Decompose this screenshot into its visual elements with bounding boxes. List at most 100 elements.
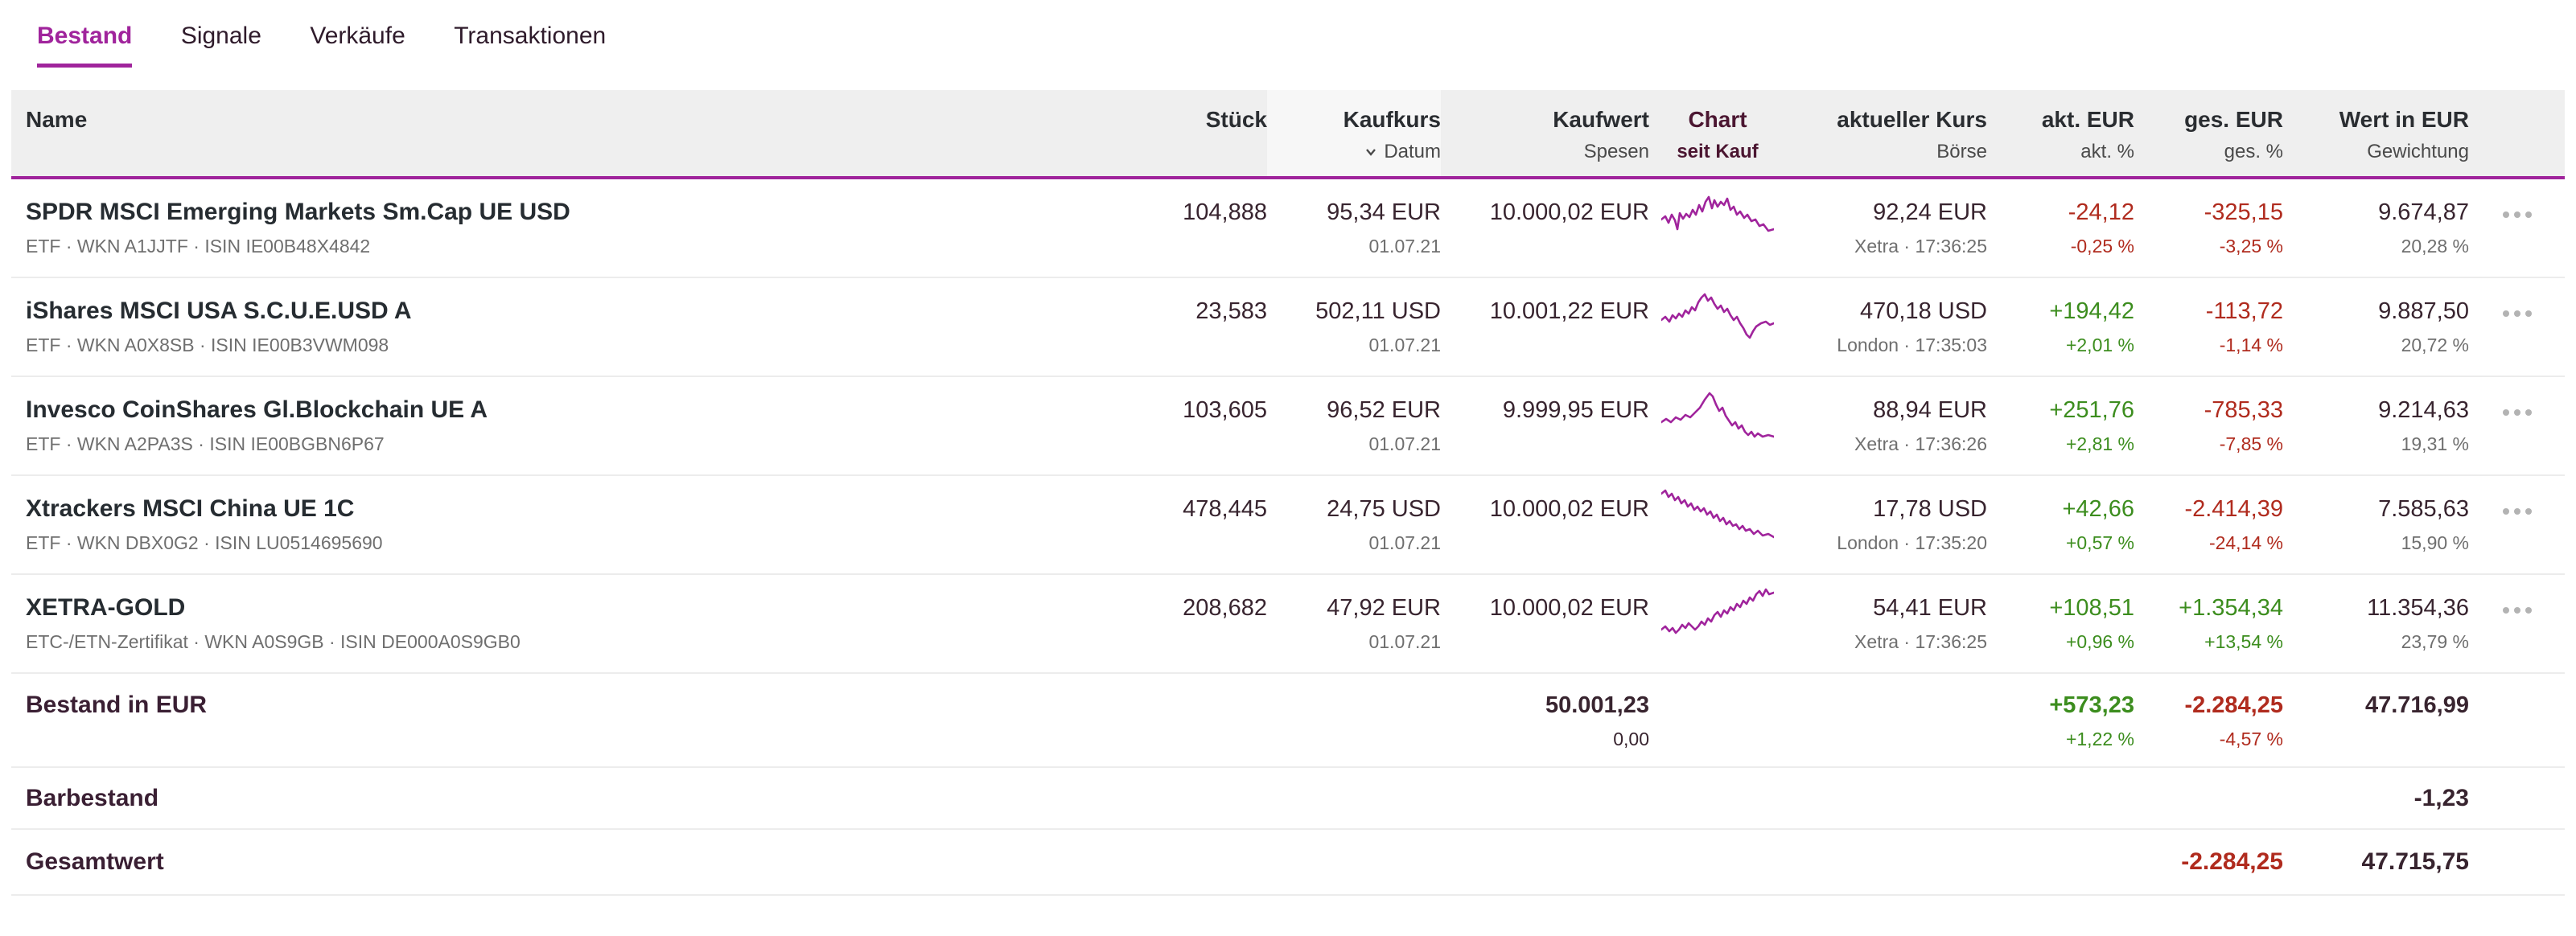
instrument-details: ETF · WKN A1JJTF · ISIN IE00B48X4842 <box>26 236 371 257</box>
table-row: XETRA-GOLD ETC-/ETN-Zertifikat · WKN A0S… <box>11 575 2565 674</box>
gesamtwert-ges-value: -2.284,25 <box>2181 848 2283 875</box>
gesamtwert-label: Gesamtwert <box>26 848 164 875</box>
barbestand-wert-value: -1,23 <box>2413 784 2469 811</box>
akt-pct-value: +2,01 % <box>2065 335 2134 355</box>
kaufkurs-value: 47,92 EUR <box>1327 595 1441 621</box>
boerse-zeit: London · 17:35:03 <box>1837 335 1987 355</box>
summary-wert-cell: 47.716,99 <box>2283 674 2469 766</box>
column-sublabel: Datum <box>1384 141 1441 162</box>
gesamtwert-wert-value: 47.715,75 <box>2361 848 2469 875</box>
kaufkurs-cell: 24,75 USD 01.07.21 <box>1267 476 1441 573</box>
kaufwert-value: 10.000,02 EUR <box>1489 595 1649 621</box>
gesamtwert-label-cell: Gesamtwert <box>11 848 1130 876</box>
kauf-datum: 01.07.21 <box>1368 335 1441 355</box>
table-header-row: Name Stück Kaufkurs Datum Kaufwert Spese… <box>11 90 2565 179</box>
aktueller-kurs-value: 92,24 EUR <box>1873 199 1987 225</box>
summary-label-cell: Bestand in EUR <box>11 674 1130 766</box>
column-sublabel: Börse <box>1936 141 1987 162</box>
name-cell: Invesco CoinShares Gl.Blockchain UE A ET… <box>11 377 1130 474</box>
kaufkurs-cell: 95,34 EUR 01.07.21 <box>1267 179 1441 277</box>
column-header-aktueller-kurs[interactable]: aktueller Kurs Börse <box>1786 90 1987 176</box>
column-label: Chart <box>1688 107 1747 132</box>
column-header-akt-eur[interactable]: akt. EUR akt. % <box>1987 90 2134 176</box>
column-sublabel: akt. % <box>2080 141 2134 162</box>
boerse-zeit: Xetra · 17:36:25 <box>1854 236 1987 257</box>
akt-eur-cell: -24,12 -0,25 % <box>1987 179 2134 277</box>
name-cell: iShares MSCI USA S.C.U.E.USD A ETF · WKN… <box>11 278 1130 376</box>
ges-eur-value: +1.354,34 <box>2179 595 2283 621</box>
column-header-wert-in-eur[interactable]: Wert in EUR Gewichtung <box>2283 90 2469 176</box>
chevron-down-icon <box>1366 149 1376 156</box>
column-header-stueck[interactable]: Stück <box>1130 90 1267 176</box>
column-sublabel: Gewichtung <box>2367 141 2469 162</box>
tab-bestand[interactable]: Bestand <box>37 23 133 68</box>
name-cell: Xtrackers MSCI China UE 1C ETF · WKN DBX… <box>11 476 1130 573</box>
tab-verkaeufe[interactable]: Verkäufe <box>310 23 405 68</box>
column-label: Name <box>26 107 88 132</box>
stueck-value: 104,888 <box>1183 199 1267 225</box>
aktueller-kurs-cell: 88,94 EUR Xetra · 17:36:26 <box>1786 377 1987 474</box>
instrument-name-link[interactable]: iShares MSCI USA S.C.U.E.USD A <box>26 299 1130 323</box>
chart-cell <box>1649 179 1786 277</box>
akt-eur-cell: +42,66 +0,57 % <box>1987 476 2134 573</box>
gesamtwert-row: Gesamtwert -2.284,25 47.715,75 <box>11 830 2565 896</box>
kauf-datum: 01.07.21 <box>1368 631 1441 652</box>
row-more-options-button[interactable] <box>2500 208 2535 221</box>
ges-pct-value: -7,85 % <box>2219 433 2283 454</box>
kaufkurs-value: 502,11 USD <box>1315 298 1441 324</box>
sparkline-chart <box>1661 195 1774 232</box>
aktueller-kurs-cell: 470,18 USD London · 17:35:03 <box>1786 278 1987 376</box>
aktueller-kurs-value: 54,41 EUR <box>1873 595 1987 621</box>
ges-eur-cell: -113,72 -1,14 % <box>2134 278 2283 376</box>
sparkline-chart <box>1661 392 1774 438</box>
tab-signale[interactable]: Signale <box>181 23 261 68</box>
wert-value: 9.674,87 <box>2378 199 2469 225</box>
summary-akt-eur-value: +573,23 <box>2049 692 2134 718</box>
barbestand-row: Barbestand -1,23 <box>11 768 2565 830</box>
akt-eur-value: +42,66 <box>2062 496 2134 522</box>
holdings-table: Name Stück Kaufkurs Datum Kaufwert Spese… <box>11 90 2565 896</box>
gesamtwert-ges-cell: -2.284,25 <box>2134 850 2283 874</box>
column-header-kaufwert[interactable]: Kaufwert Spesen <box>1441 90 1649 176</box>
wert-value: 9.887,50 <box>2378 298 2469 324</box>
instrument-name-link[interactable]: Xtrackers MSCI China UE 1C <box>26 497 1130 521</box>
wert-cell: 11.354,36 23,79 % <box>2283 575 2469 672</box>
gewichtung-value: 19,31 % <box>2401 433 2469 454</box>
column-header-chart[interactable]: Chart seit Kauf <box>1649 90 1786 176</box>
barbestand-label: Barbestand <box>26 784 159 811</box>
tab-transaktionen[interactable]: Transaktionen <box>454 23 606 68</box>
summary-spesen-value: 0,00 <box>1613 729 1649 749</box>
akt-eur-value: -24,12 <box>2068 199 2134 225</box>
sparkline-chart <box>1661 588 1774 634</box>
kaufwert-cell: 10.000,02 EUR <box>1441 179 1649 277</box>
ges-pct-value: -24,14 % <box>2208 532 2283 553</box>
kauf-datum: 01.07.21 <box>1368 532 1441 553</box>
wert-value: 11.354,36 <box>2367 595 2469 621</box>
row-more-options-button[interactable] <box>2500 604 2535 617</box>
row-more-options-button[interactable] <box>2500 406 2535 419</box>
boerse-zeit: London · 17:35:20 <box>1837 532 1987 553</box>
column-header-name[interactable]: Name <box>11 90 1130 176</box>
ges-pct-value: -1,14 % <box>2219 335 2283 355</box>
wert-cell: 9.887,50 20,72 % <box>2283 278 2469 376</box>
instrument-name-link[interactable]: SPDR MSCI Emerging Markets Sm.Cap UE USD <box>26 200 1130 224</box>
column-header-kaufkurs[interactable]: Kaufkurs Datum <box>1267 90 1441 176</box>
menu-cell <box>2469 476 2565 573</box>
kaufkurs-value: 96,52 EUR <box>1327 397 1441 423</box>
column-header-ges-eur[interactable]: ges. EUR ges. % <box>2134 90 2283 176</box>
row-more-options-button[interactable] <box>2500 307 2535 320</box>
instrument-name-link[interactable]: Invesco CoinShares Gl.Blockchain UE A <box>26 398 1130 422</box>
column-sublabel: seit Kauf <box>1677 141 1759 162</box>
akt-eur-value: +108,51 <box>2049 595 2134 621</box>
aktueller-kurs-value: 88,94 EUR <box>1873 397 1987 423</box>
summary-ges-pct-value: -4,57 % <box>2219 729 2283 749</box>
instrument-name-link[interactable]: XETRA-GOLD <box>26 596 1130 620</box>
ges-eur-cell: -325,15 -3,25 % <box>2134 179 2283 277</box>
gewichtung-value: 23,79 % <box>2401 631 2469 652</box>
stueck-value: 23,583 <box>1195 298 1267 324</box>
instrument-details: ETF · WKN A2PA3S · ISIN IE00BGBN6P67 <box>26 433 385 454</box>
row-more-options-button[interactable] <box>2500 505 2535 518</box>
gewichtung-value: 15,90 % <box>2401 532 2469 553</box>
kaufkurs-value: 95,34 EUR <box>1327 199 1441 225</box>
ges-eur-value: -2.414,39 <box>2184 496 2283 522</box>
